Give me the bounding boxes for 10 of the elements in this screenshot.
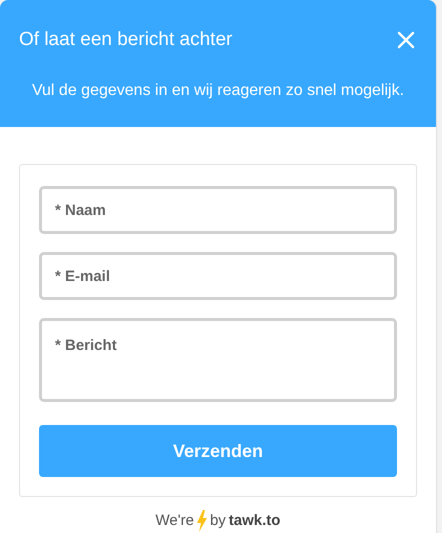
input-field[interactable]: * Naam <box>39 186 397 234</box>
brand-link[interactable]: tawk.to <box>228 510 280 532</box>
footer-text: We're <box>156 511 194 531</box>
input-field[interactable]: * E-mail <box>39 252 397 300</box>
footer-text: by <box>210 511 226 531</box>
header-title: Of laat een bericht achter <box>19 28 232 52</box>
header-subtitle: Vul de gegevens in en wij reageren zo snel mogelijk. <box>30 80 406 100</box>
lightning-icon <box>196 510 207 532</box>
message-field[interactable]: * Bericht <box>39 318 397 402</box>
close-icon[interactable] <box>397 31 415 50</box>
